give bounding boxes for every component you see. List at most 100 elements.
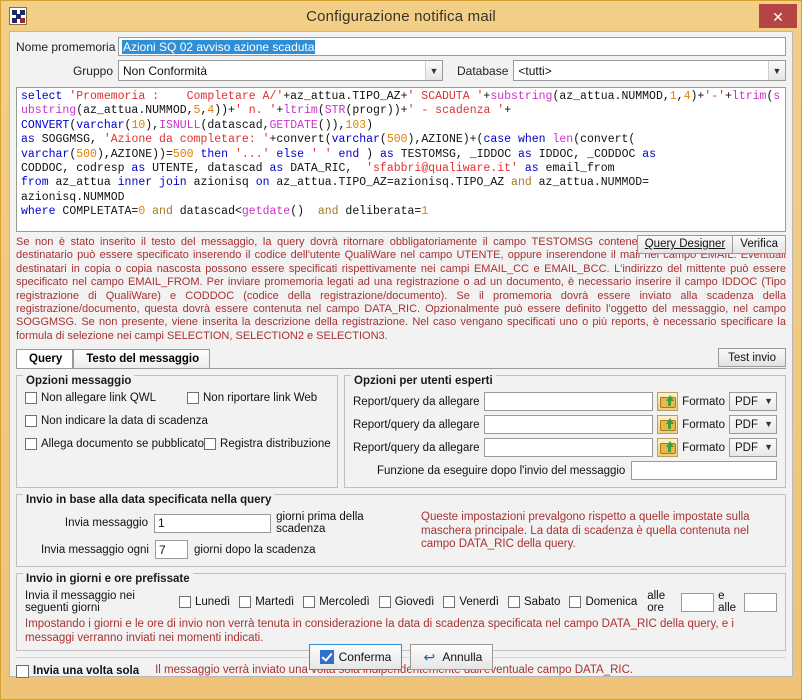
checkbox-registra-distribuzione[interactable]: Registra distribuzione	[204, 438, 331, 451]
alle-ore-input[interactable]	[680, 592, 715, 612]
checkbox-mercoledi[interactable]: Mercoledì	[303, 596, 370, 609]
report-label: Report/query da allegare	[353, 441, 480, 454]
query-designer-button[interactable]: Query Designer	[636, 235, 733, 254]
e-alle-label: e alle	[718, 590, 737, 615]
test-invio-button[interactable]: Test invio	[718, 348, 786, 368]
checkbox-sabato[interactable]: Sabato	[508, 596, 561, 609]
opzioni-row-2: Non indicare la data di scadenza	[25, 415, 329, 428]
chevron-down-icon: ▼	[425, 61, 442, 80]
checkbox-martedi[interactable]: Martedì	[239, 596, 295, 609]
checkbox-non-indicare-data-scadenza[interactable]: Non indicare la data di scadenza	[25, 415, 208, 428]
invia-messaggio-label: Invia messaggio	[64, 517, 148, 530]
sql-editor[interactable]: select 'Promemoria : Completare A/'+az_a…	[16, 87, 786, 232]
checkbox-label: Domenica	[585, 596, 638, 609]
checkbox-lunedi[interactable]: Lunedì	[179, 596, 230, 609]
tab-query-label: Query	[29, 353, 63, 366]
formato-value: PDF	[735, 395, 758, 408]
checkbox-label: Allega documento se pubblicato	[41, 438, 205, 451]
gruppo-value: Non Conformità	[123, 63, 208, 78]
chevron-down-icon: ▼	[764, 419, 773, 430]
invio-data-note: Queste impostazioni prevalgono rispetto …	[421, 511, 750, 551]
group-opzioni-messaggio: Opzioni messaggio Non allegare link QWL …	[16, 375, 338, 489]
checkbox-giovedi[interactable]: Giovedì	[378, 596, 434, 609]
checkbox-allega-documento-se-pubblicato[interactable]: Allega documento se pubblicato	[25, 438, 205, 451]
e-alle-input[interactable]	[743, 592, 777, 612]
folder-upload-icon[interactable]	[657, 438, 679, 458]
formato-select-3[interactable]: PDF ▼	[729, 438, 777, 458]
sql-query-text[interactable]: select 'Promemoria : Completare A/'+az_a…	[17, 88, 785, 222]
help-section: Query Designer Verifica Se non è stato i…	[16, 235, 786, 343]
invio-giorni-note: Impostando i giorni e le ore di invio no…	[25, 618, 734, 644]
tab-testo-messaggio-label: Testo del messaggio	[86, 353, 200, 366]
invia-ogni-row: Invia messaggio ogni 7 giorni dopo la sc…	[25, 540, 415, 560]
gruppo-select[interactable]: Non Conformità ▼	[118, 60, 443, 81]
chevron-down-icon: ▼	[764, 396, 773, 407]
giorni-dopo-input[interactable]: 7	[155, 540, 188, 560]
formato-label: Formato	[682, 441, 725, 454]
options-panels: Opzioni messaggio Non allegare link QWL …	[16, 375, 786, 489]
giorni-dopo-value: 7	[159, 542, 166, 557]
group-invio-data: Invio in base alla data specificata nell…	[16, 494, 786, 568]
report-input-1[interactable]	[483, 392, 654, 412]
checkbox-label: Martedì	[255, 596, 295, 609]
tab-strip: Query Testo del messaggio Test invio	[16, 348, 786, 370]
formato-value: PDF	[735, 418, 758, 431]
formato-value: PDF	[735, 441, 758, 454]
conferma-button[interactable]: Conferma	[308, 644, 403, 670]
invia-ogni-label: Invia messaggio ogni	[40, 543, 149, 556]
test-invio-wrap: Test invio	[718, 348, 786, 368]
nome-promemoria-input[interactable]: Azioni SQ 02 avviso azione scaduta	[118, 37, 786, 56]
checkbox-label: Sabato	[524, 596, 561, 609]
checkbox-box	[187, 392, 199, 405]
report-label: Report/query da allegare	[353, 418, 480, 431]
formato-select-1[interactable]: PDF ▼	[729, 392, 777, 412]
gruppo-label: Gruppo	[72, 63, 113, 78]
report-row-2: Report/query da allegare Formato PDF ▼	[353, 415, 777, 435]
checkbox-box	[239, 596, 252, 609]
tab-testo-messaggio[interactable]: Testo del messaggio	[73, 349, 211, 369]
checkbox-box	[25, 392, 37, 405]
tab-query[interactable]: Query	[16, 349, 74, 369]
checkbox-label: Registra distribuzione	[220, 438, 331, 451]
report-row-3: Report/query da allegare Formato PDF ▼	[353, 438, 777, 458]
annulla-button[interactable]: ↩ Annulla	[410, 644, 494, 670]
checkbox-box	[443, 596, 456, 609]
formato-label: Formato	[682, 395, 725, 408]
checkbox-domenica[interactable]: Domenica	[569, 596, 638, 609]
checkbox-label: Mercoledì	[319, 596, 370, 609]
window-title: Configurazione notifica mail	[306, 7, 496, 25]
checkbox-box	[25, 438, 37, 451]
folder-upload-icon[interactable]	[657, 415, 679, 435]
checkbox-label: Non riportare link Web	[203, 392, 318, 405]
alle-ore-label: alle ore	[647, 590, 666, 615]
group-invio-data-title: Invio in base alla data specificata nell…	[23, 494, 275, 507]
report-row-1: Report/query da allegare Formato PDF ▼	[353, 392, 777, 412]
folder-upload-icon[interactable]	[657, 392, 679, 412]
checkbox-label: Venerdì	[459, 596, 499, 609]
chevron-down-icon: ▼	[768, 61, 785, 80]
annulla-label: Annulla	[442, 650, 483, 664]
chevron-down-icon: ▼	[764, 442, 773, 453]
formato-select-2[interactable]: PDF ▼	[729, 415, 777, 435]
database-select[interactable]: <tutti> ▼	[513, 60, 786, 81]
funzione-input[interactable]	[631, 461, 777, 481]
database-value: <tutti>	[518, 63, 552, 78]
checkbox-venerdi[interactable]: Venerdì	[443, 596, 499, 609]
group-opzioni-esperti: Opzioni per utenti esperti Report/query …	[344, 375, 786, 489]
giorni-prefix-label: Invia il messaggio nei seguenti giorni	[25, 590, 135, 615]
invia-messaggio-row: Invia messaggio 1 giorni prima della sca…	[25, 511, 415, 535]
close-button[interactable]: ✕	[759, 4, 797, 28]
database-label: Database	[457, 63, 509, 78]
giorni-prima-input[interactable]: 1	[154, 513, 272, 533]
opzioni-row-3: Allega documento se pubblicato Registra …	[25, 438, 331, 451]
checkbox-non-riportare-link-web[interactable]: Non riportare link Web	[187, 392, 318, 405]
report-input-2[interactable]	[483, 415, 654, 435]
nome-promemoria-value: Azioni SQ 02 avviso azione scaduta	[122, 39, 316, 54]
verifica-button[interactable]: Verifica	[732, 235, 786, 254]
dialog-window: Configurazione notifica mail ✕ Nome prom…	[0, 0, 802, 700]
report-input-3[interactable]	[483, 438, 654, 458]
query-tools: Query Designer Verifica	[636, 235, 786, 254]
checkbox-non-allegare-link-qwl[interactable]: Non allegare link QWL	[25, 392, 187, 405]
formato-label: Formato	[682, 418, 725, 431]
checkbox-box	[204, 438, 217, 451]
